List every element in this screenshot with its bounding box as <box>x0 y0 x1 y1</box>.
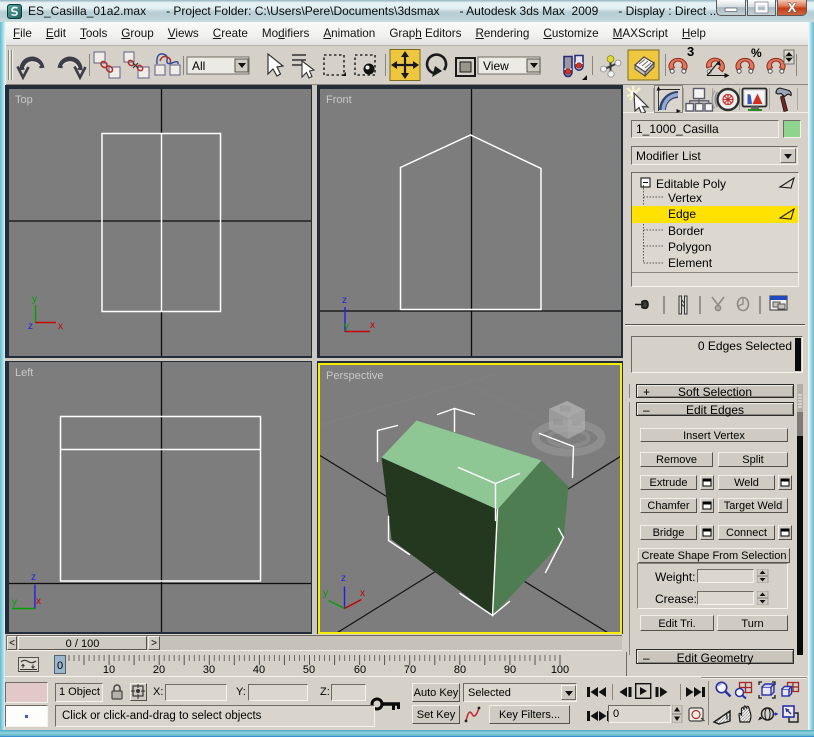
svg-text:Left: Left <box>15 367 33 379</box>
svg-text:x: x <box>360 588 365 599</box>
svg-text:z: z <box>341 573 346 584</box>
svg-text:Top: Top <box>15 94 33 106</box>
svg-text:3: 3 <box>687 46 694 59</box>
svg-text:x: x <box>58 321 63 332</box>
svg-text:40: 40 <box>253 664 265 676</box>
svg-text:Perspective: Perspective <box>326 370 383 382</box>
svg-text:50: 50 <box>303 664 315 676</box>
svg-text:10: 10 <box>103 664 115 676</box>
svg-text:100: 100 <box>551 664 569 676</box>
svg-text:z: z <box>31 572 36 583</box>
svg-text:y: y <box>32 294 37 305</box>
svg-text:60: 60 <box>354 664 366 676</box>
svg-text:View: View <box>483 59 509 73</box>
svg-text:y: y <box>344 321 349 332</box>
svg-text:70: 70 <box>404 664 416 676</box>
svg-text:z: z <box>28 321 33 332</box>
svg-text:%: % <box>751 46 762 60</box>
svg-text:20: 20 <box>153 664 165 676</box>
svg-text:z: z <box>342 295 347 306</box>
svg-text:30: 30 <box>203 664 215 676</box>
svg-text:x: x <box>36 596 41 607</box>
svg-text:X: X <box>788 0 797 15</box>
svg-text:y: y <box>12 597 17 608</box>
svg-text:80: 80 <box>454 664 466 676</box>
svg-text:x: x <box>370 320 375 331</box>
svg-text:90: 90 <box>504 664 516 676</box>
svg-text:All: All <box>192 59 205 73</box>
svg-text:Front: Front <box>326 94 352 106</box>
svg-text:y: y <box>323 588 328 599</box>
